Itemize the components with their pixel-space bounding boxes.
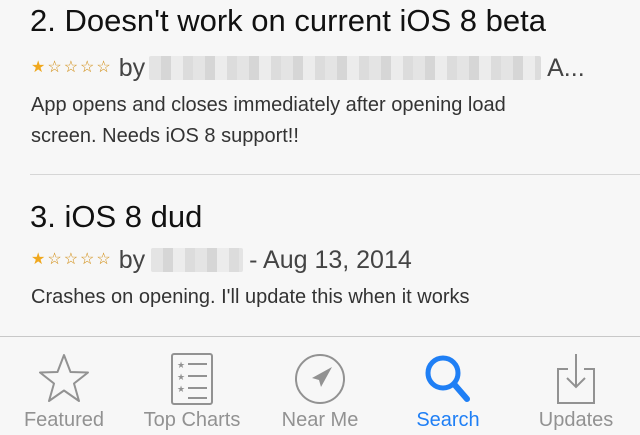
tab-label: Search <box>416 409 480 431</box>
star-filled-icon: ★ <box>31 251 46 268</box>
tab-near-me[interactable]: Near Me <box>256 337 384 435</box>
star-empty-icon: ☆ <box>63 59 79 76</box>
review-meta: ★ ☆ ☆ ☆ ☆ by - Aug 13, 2014 <box>31 245 412 275</box>
star-empty-icon: ☆ <box>80 59 95 76</box>
tab-label: Updates <box>538 409 614 431</box>
star-filled-icon: ★ <box>31 59 46 76</box>
tab-label: Featured <box>23 409 105 431</box>
star-empty-icon: ☆ <box>63 251 79 268</box>
author-suffix: A... <box>547 53 585 82</box>
svg-text:★: ★ <box>177 361 185 371</box>
tab-updates[interactable]: Updates <box>512 337 640 435</box>
location-arrow-icon <box>256 351 384 407</box>
tab-label: Near Me <box>281 409 359 431</box>
review-date: - Aug 13, 2014 <box>249 245 412 274</box>
review-body: Crashes on opening. I'll update this whe… <box>31 282 470 313</box>
by-label: by <box>118 245 146 274</box>
tab-top-charts[interactable]: ★ ★ ★ Top Charts <box>128 337 256 435</box>
star-rating: ★ ☆ ☆ ☆ ☆ <box>31 252 111 268</box>
review-title: 3. iOS 8 dud <box>30 199 203 234</box>
tab-featured[interactable]: Featured <box>0 337 128 435</box>
redacted-author <box>151 248 244 272</box>
search-icon <box>384 351 512 407</box>
star-empty-icon: ☆ <box>47 59 62 76</box>
svg-text:★: ★ <box>177 385 185 395</box>
tab-bar: Featured ★ ★ ★ Top Charts Near Me Search… <box>0 336 640 434</box>
redacted-author <box>149 56 542 80</box>
by-label: by <box>118 53 146 82</box>
list-icon: ★ ★ ★ <box>128 351 256 407</box>
review-body-line: screen. Needs iOS 8 support!! <box>31 125 299 147</box>
review-body-line: App opens and closes immediately after o… <box>31 94 506 116</box>
download-tray-icon <box>512 351 640 407</box>
tab-search[interactable]: Search <box>384 337 512 435</box>
tab-label: Top Charts <box>143 409 241 431</box>
star-icon <box>0 351 128 407</box>
review-body-line: Crashes on opening. I'll update this whe… <box>31 286 470 308</box>
review-body: App opens and closes immediately after o… <box>31 90 506 152</box>
star-empty-icon: ☆ <box>96 251 111 268</box>
star-empty-icon: ☆ <box>47 251 62 268</box>
svg-text:★: ★ <box>177 373 185 383</box>
star-rating: ★ ☆ ☆ ☆ ☆ <box>31 60 111 76</box>
review-title: 2. Doesn't work on current iOS 8 beta <box>30 3 546 38</box>
star-empty-icon: ☆ <box>96 59 111 76</box>
star-empty-icon: ☆ <box>80 251 95 268</box>
review-meta: ★ ☆ ☆ ☆ ☆ by A... <box>31 53 585 83</box>
divider <box>30 174 640 175</box>
